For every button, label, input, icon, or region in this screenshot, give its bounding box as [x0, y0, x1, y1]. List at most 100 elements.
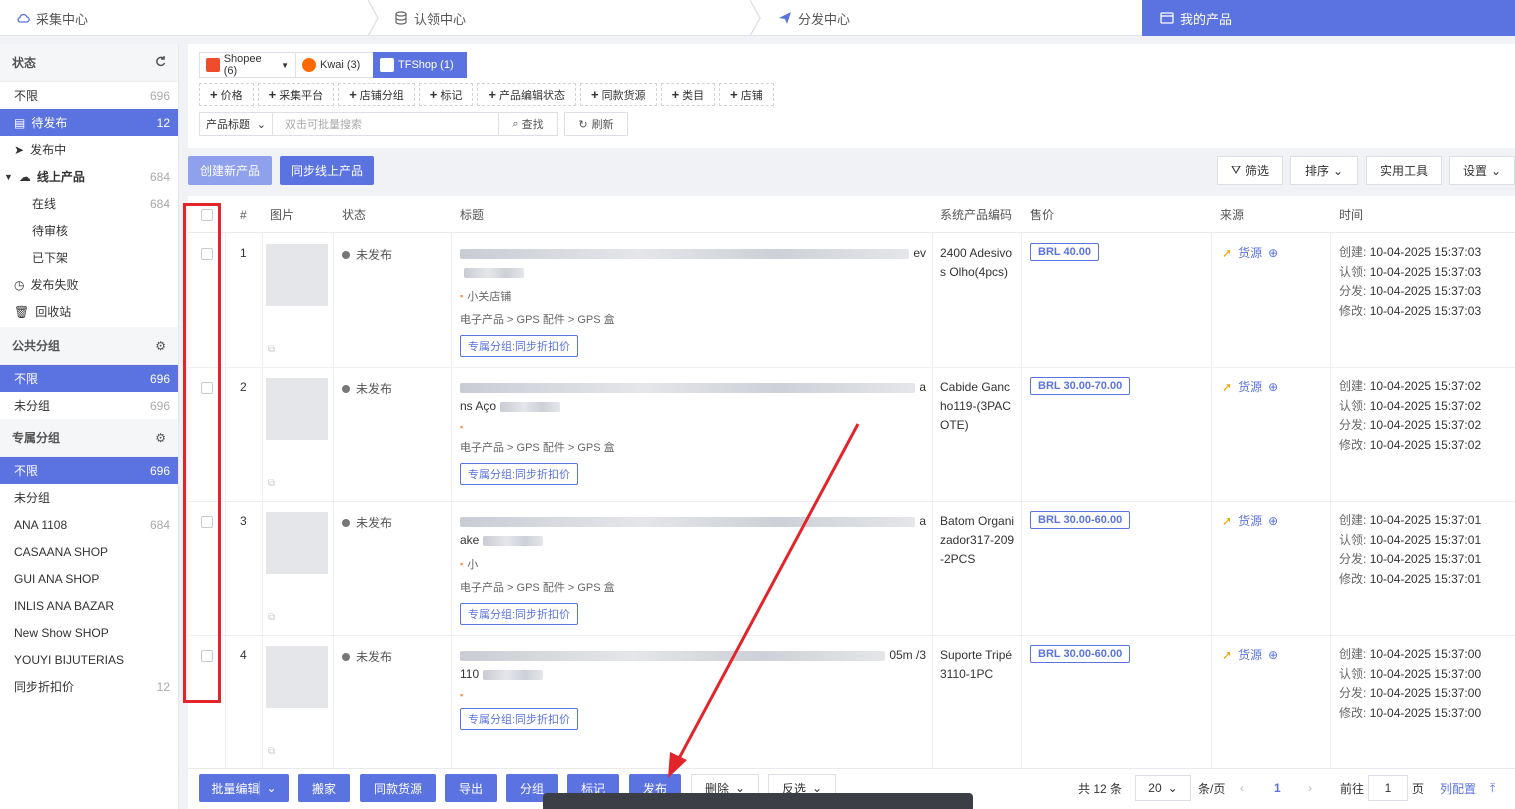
- filter-label: 标记: [440, 89, 463, 102]
- filter-category[interactable]: + 类目: [660, 83, 716, 106]
- action-toolbar: 创建新产品 同步线上产品 ⛛ 筛选 排序 ⌄ 实用工具 设置 ⌄: [188, 156, 1515, 186]
- filter-card: Shopee (6) ▼ Kwai (3) TFShop (1) + 价格 + 采集平…: [188, 44, 1515, 148]
- sidebar-item-group[interactable]: New Show SHOP: [0, 619, 178, 646]
- time-label: 认领:: [1339, 666, 1367, 681]
- price-tag[interactable]: BRL 30.00-60.00: [1030, 511, 1131, 529]
- filter-store-group[interactable]: + 店铺分组: [338, 83, 415, 106]
- sidebar-item-group[interactable]: 同步折扣价 12: [0, 673, 178, 700]
- prev-page-icon[interactable]: ‹: [1240, 775, 1244, 801]
- filter-store[interactable]: + 店铺: [719, 83, 774, 106]
- tools-button[interactable]: 实用工具: [1366, 156, 1442, 185]
- column-config-link[interactable]: 列配置: [1440, 775, 1476, 801]
- sidebar-item-pending[interactable]: ▤ 待发布 12: [0, 109, 178, 136]
- sidebar-item-public-ungrouped[interactable]: 未分组 696: [0, 392, 178, 419]
- refresh-icon[interactable]: [154, 55, 166, 70]
- sidebar-item-group[interactable]: CASAANA SHOP: [0, 538, 178, 565]
- button-label: 设置: [1462, 164, 1487, 178]
- caret-down-icon[interactable]: ▼: [4, 172, 13, 182]
- sidebar-item-private-ungrouped[interactable]: 未分组: [0, 484, 178, 511]
- status-text: 未发布: [356, 248, 393, 262]
- page-size-select[interactable]: 20 ⌄: [1135, 775, 1191, 801]
- add-source-icon[interactable]: ⊕: [1268, 514, 1278, 528]
- source-link[interactable]: 货源: [1238, 646, 1262, 663]
- filter-label: 价格: [220, 89, 243, 102]
- filter-edit-status[interactable]: + 产品编辑状态: [477, 83, 576, 106]
- filter-platform[interactable]: + 采集平台: [257, 83, 335, 106]
- group-tag[interactable]: 专属分组:同步折扣价: [460, 463, 579, 485]
- sidebar-item-online[interactable]: 在线 684: [0, 190, 178, 217]
- create-product-button[interactable]: 创建新产品: [188, 156, 272, 185]
- same-source-button[interactable]: 同款货源: [360, 774, 436, 802]
- price-tag[interactable]: BRL 40.00: [1030, 243, 1099, 261]
- add-source-icon[interactable]: ⊕: [1268, 246, 1278, 260]
- export-button[interactable]: 导出: [445, 774, 497, 802]
- search-button[interactable]: ⌕ 查找: [499, 112, 558, 136]
- batch-edit-button[interactable]: 批量编辑 ⌄: [199, 774, 289, 802]
- item-label: YOUYI BIJUTERIAS: [14, 652, 125, 667]
- copy-icon[interactable]: ⧉: [268, 478, 275, 489]
- nav-step-distribute[interactable]: 分发中心: [760, 0, 1142, 36]
- move-button[interactable]: 搬家: [298, 774, 350, 802]
- filter-mark[interactable]: + 标记: [418, 83, 474, 106]
- nav-step-collect[interactable]: 采集中心: [0, 0, 379, 36]
- source-link[interactable]: 货源: [1238, 244, 1262, 261]
- product-thumbnail[interactable]: [266, 244, 328, 306]
- tab-tfshop[interactable]: TFShop (1): [373, 52, 467, 78]
- product-thumbnail[interactable]: [266, 646, 328, 708]
- next-page-icon[interactable]: ›: [1308, 775, 1312, 801]
- sidebar-item-recycle[interactable]: 🗑 回收站: [0, 298, 178, 325]
- sidebar-item-delisted[interactable]: 已下架: [0, 244, 178, 271]
- add-source-icon[interactable]: ⊕: [1268, 380, 1278, 394]
- copy-icon[interactable]: ⧉: [268, 344, 275, 355]
- product-thumbnail[interactable]: [266, 512, 328, 574]
- copy-icon[interactable]: ⧉: [268, 612, 275, 623]
- sidebar-item-failed[interactable]: ◷ 发布失败: [0, 271, 178, 298]
- sidebar-item-group[interactable]: YOUYI BIJUTERIAS: [0, 646, 178, 673]
- price-tag[interactable]: BRL 30.00-70.00: [1030, 377, 1131, 395]
- chevron-down-icon[interactable]: ⌄: [259, 781, 277, 795]
- send-icon: ➤: [14, 142, 25, 157]
- source-link[interactable]: 货源: [1238, 378, 1262, 395]
- plus-icon: +: [488, 87, 496, 102]
- sort-button[interactable]: 排序 ⌄: [1290, 156, 1358, 185]
- product-thumbnail[interactable]: [266, 378, 328, 440]
- group-tag[interactable]: 专属分组:同步折扣价: [460, 335, 579, 357]
- nav-step-claim[interactable]: 认领中心: [378, 0, 761, 36]
- sidebar-item-review[interactable]: 待审核: [0, 217, 178, 244]
- sidebar-item-group[interactable]: GUI ANA SHOP: [0, 565, 178, 592]
- filter-button[interactable]: ⛛ 筛选: [1217, 156, 1283, 185]
- item-label: 不限: [14, 372, 39, 386]
- tab-shopee[interactable]: Shopee (6) ▼: [199, 52, 296, 78]
- sidebar-item-all[interactable]: 不限 696: [0, 82, 178, 109]
- price-tag[interactable]: BRL 30.00-60.00: [1030, 645, 1131, 663]
- source-link[interactable]: 货源: [1238, 512, 1262, 529]
- tab-kwai[interactable]: Kwai (3): [295, 52, 374, 78]
- sidebar-item-group[interactable]: ANA 1108 684: [0, 511, 178, 538]
- gear-icon[interactable]: ⚙: [155, 431, 166, 445]
- nav-step-my-products[interactable]: 我的产品: [1142, 0, 1515, 36]
- copy-icon[interactable]: ⧉: [268, 746, 275, 757]
- settings-button[interactable]: 设置 ⌄: [1449, 156, 1515, 185]
- add-source-icon[interactable]: ⊕: [1268, 648, 1278, 662]
- sidebar-item-publishing[interactable]: ➤ 发布中: [0, 136, 178, 163]
- search-field-select[interactable]: 产品标题 ⌄: [199, 112, 273, 136]
- item-label: 不限: [14, 464, 39, 478]
- goto-page-input[interactable]: 1: [1368, 775, 1408, 801]
- group-tag[interactable]: 专属分组:同步折扣价: [460, 708, 579, 730]
- plus-icon: +: [210, 87, 218, 102]
- filter-price[interactable]: + 价格: [199, 83, 254, 106]
- store-label: ▪ 小关店铺: [460, 288, 926, 304]
- gear-icon[interactable]: ⚙: [155, 339, 166, 353]
- sidebar-item-private-all[interactable]: 不限 696: [0, 457, 178, 484]
- sidebar-item-public-all[interactable]: 不限 696: [0, 365, 178, 392]
- search-icon: ⌕: [512, 117, 519, 130]
- sidebar-item-online-products[interactable]: ▼ ☁ 线上产品 684: [0, 163, 178, 190]
- sidebar-item-group[interactable]: INLIS ANA BAZAR: [0, 592, 178, 619]
- sync-online-button[interactable]: 同步线上产品: [280, 156, 374, 185]
- search-input[interactable]: 双击可批量搜索: [273, 112, 499, 136]
- refresh-button[interactable]: ↻ 刷新: [564, 112, 628, 136]
- filter-same-source[interactable]: + 同款货源: [579, 83, 657, 106]
- scroll-top-icon[interactable]: ⤒: [1490, 775, 1495, 801]
- page-number[interactable]: 1: [1274, 775, 1281, 801]
- group-tag[interactable]: 专属分组:同步折扣价: [460, 603, 579, 625]
